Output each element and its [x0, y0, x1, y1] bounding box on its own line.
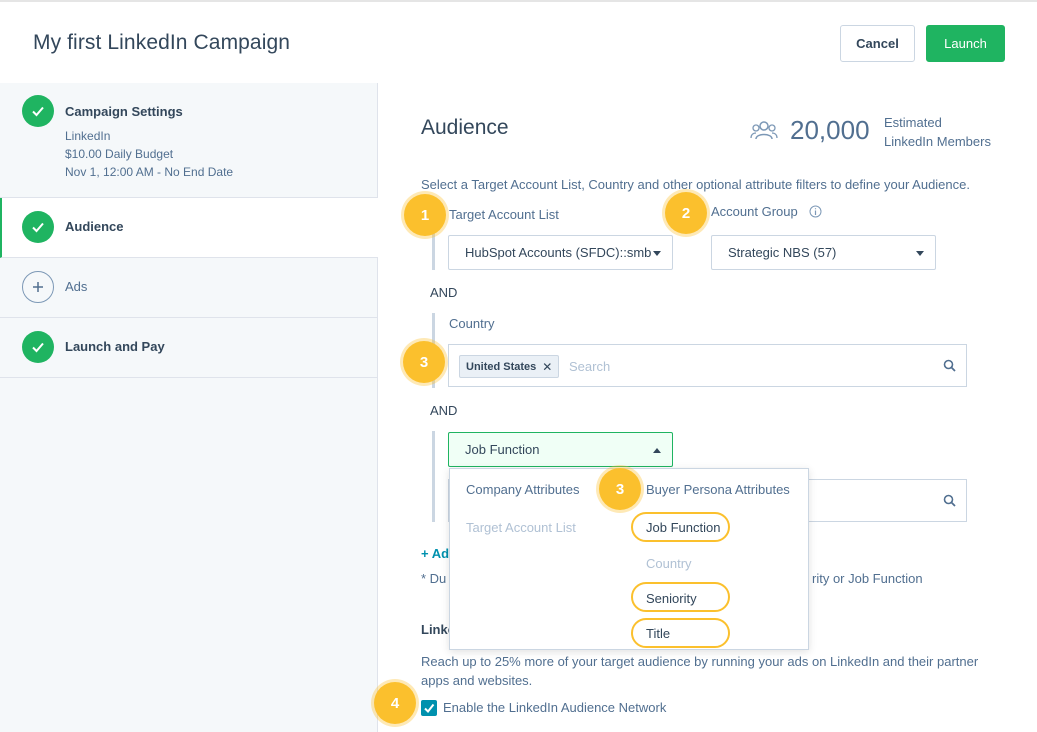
account-group-value: Strategic NBS (57): [728, 245, 837, 260]
plus-icon: [22, 271, 54, 303]
country-search-input[interactable]: United States ✕ Search: [448, 344, 967, 387]
launch-button[interactable]: Launch: [926, 25, 1005, 62]
step-detail-schedule: Nov 1, 12:00 AM - No End Date: [65, 165, 234, 179]
country-chip[interactable]: United States ✕: [459, 355, 560, 378]
check-icon: [22, 95, 54, 127]
members-label-line2: LinkedIn Members: [884, 134, 991, 149]
country-chip-label: United States: [466, 360, 537, 373]
section-title: Audience: [421, 116, 509, 139]
target-account-label: Target Account List: [449, 207, 559, 222]
attribute-select-value: Job Function: [465, 442, 540, 457]
step-badge: 3: [403, 341, 445, 383]
step-badge: 1: [404, 194, 446, 236]
filter-group-bar: [432, 431, 435, 522]
step-detail-budget: $10.00 Daily Budget: [65, 147, 174, 161]
step-badge: 4: [374, 682, 416, 724]
search-icon: [943, 494, 956, 507]
attribute-select[interactable]: Job Function: [448, 432, 673, 467]
search-placeholder: Search: [569, 359, 611, 374]
members-label-line1: Estimated: [884, 115, 942, 130]
check-icon: [424, 703, 435, 714]
step-label: Launch and Pay: [65, 339, 165, 354]
target-account-select[interactable]: HubSpot Accounts (SFDC)::smb: [448, 235, 673, 270]
caret-down-icon: [916, 251, 924, 256]
estimated-members-label: Estimated LinkedIn Members: [884, 113, 991, 151]
step-campaign-settings[interactable]: Campaign Settings LinkedIn $10.00 Daily …: [0, 83, 378, 198]
people-icon: [750, 121, 778, 140]
country-label: Country: [449, 316, 495, 331]
account-group-select[interactable]: Strategic NBS (57): [711, 235, 936, 270]
note-right: rity or Job Function: [812, 571, 923, 586]
search-icon: [943, 359, 956, 372]
network-checkbox[interactable]: [421, 700, 437, 716]
target-account-value: HubSpot Accounts (SFDC)::smb: [465, 245, 652, 260]
estimated-members-count: 20,000: [790, 115, 870, 145]
dropdown-header-buyer-persona: Buyer Persona Attributes: [646, 482, 790, 497]
add-filter-link[interactable]: + Ad: [421, 546, 449, 561]
top-border: [0, 0, 1037, 2]
dropdown-header-company: Company Attributes: [466, 482, 580, 497]
caret-up-icon: [653, 448, 661, 453]
network-description: Reach up to 25% more of your target audi…: [421, 654, 979, 688]
check-icon: [22, 211, 54, 243]
audience-intro: Select a Target Account List, Country an…: [421, 177, 970, 192]
dropdown-option-country: Country: [646, 556, 692, 571]
step-detail-channel: LinkedIn: [65, 129, 111, 143]
step-ads[interactable]: Ads: [0, 258, 378, 318]
dropdown-option-title[interactable]: Title: [646, 626, 670, 641]
network-checkbox-label[interactable]: Enable the LinkedIn Audience Network: [443, 700, 666, 715]
dropdown-option-job-function[interactable]: Job Function: [646, 520, 720, 535]
account-group-label: Account Group: [711, 204, 798, 219]
dropdown-option-seniority[interactable]: Seniority: [646, 591, 697, 606]
step-launch-and-pay[interactable]: Launch and Pay: [0, 318, 378, 378]
note-left: * Du: [421, 571, 447, 586]
step-badge: 2: [665, 192, 707, 234]
info-icon[interactable]: [809, 205, 822, 218]
page-title: My first LinkedIn Campaign: [33, 31, 291, 54]
remove-icon[interactable]: ✕: [542, 360, 552, 374]
and-label: AND: [430, 285, 458, 300]
dropdown-option-target-account-list: Target Account List: [466, 520, 576, 535]
check-icon: [22, 331, 54, 363]
and-label: AND: [430, 403, 458, 418]
step-label: Audience: [65, 219, 124, 234]
caret-down-icon: [653, 251, 661, 256]
cancel-button[interactable]: Cancel: [840, 25, 915, 62]
step-label: Ads: [65, 279, 88, 294]
step-badge: 3: [599, 468, 641, 510]
step-label: Campaign Settings: [65, 104, 183, 119]
steps-sidebar: Campaign Settings LinkedIn $10.00 Daily …: [0, 83, 378, 732]
step-audience[interactable]: Audience: [0, 198, 378, 258]
